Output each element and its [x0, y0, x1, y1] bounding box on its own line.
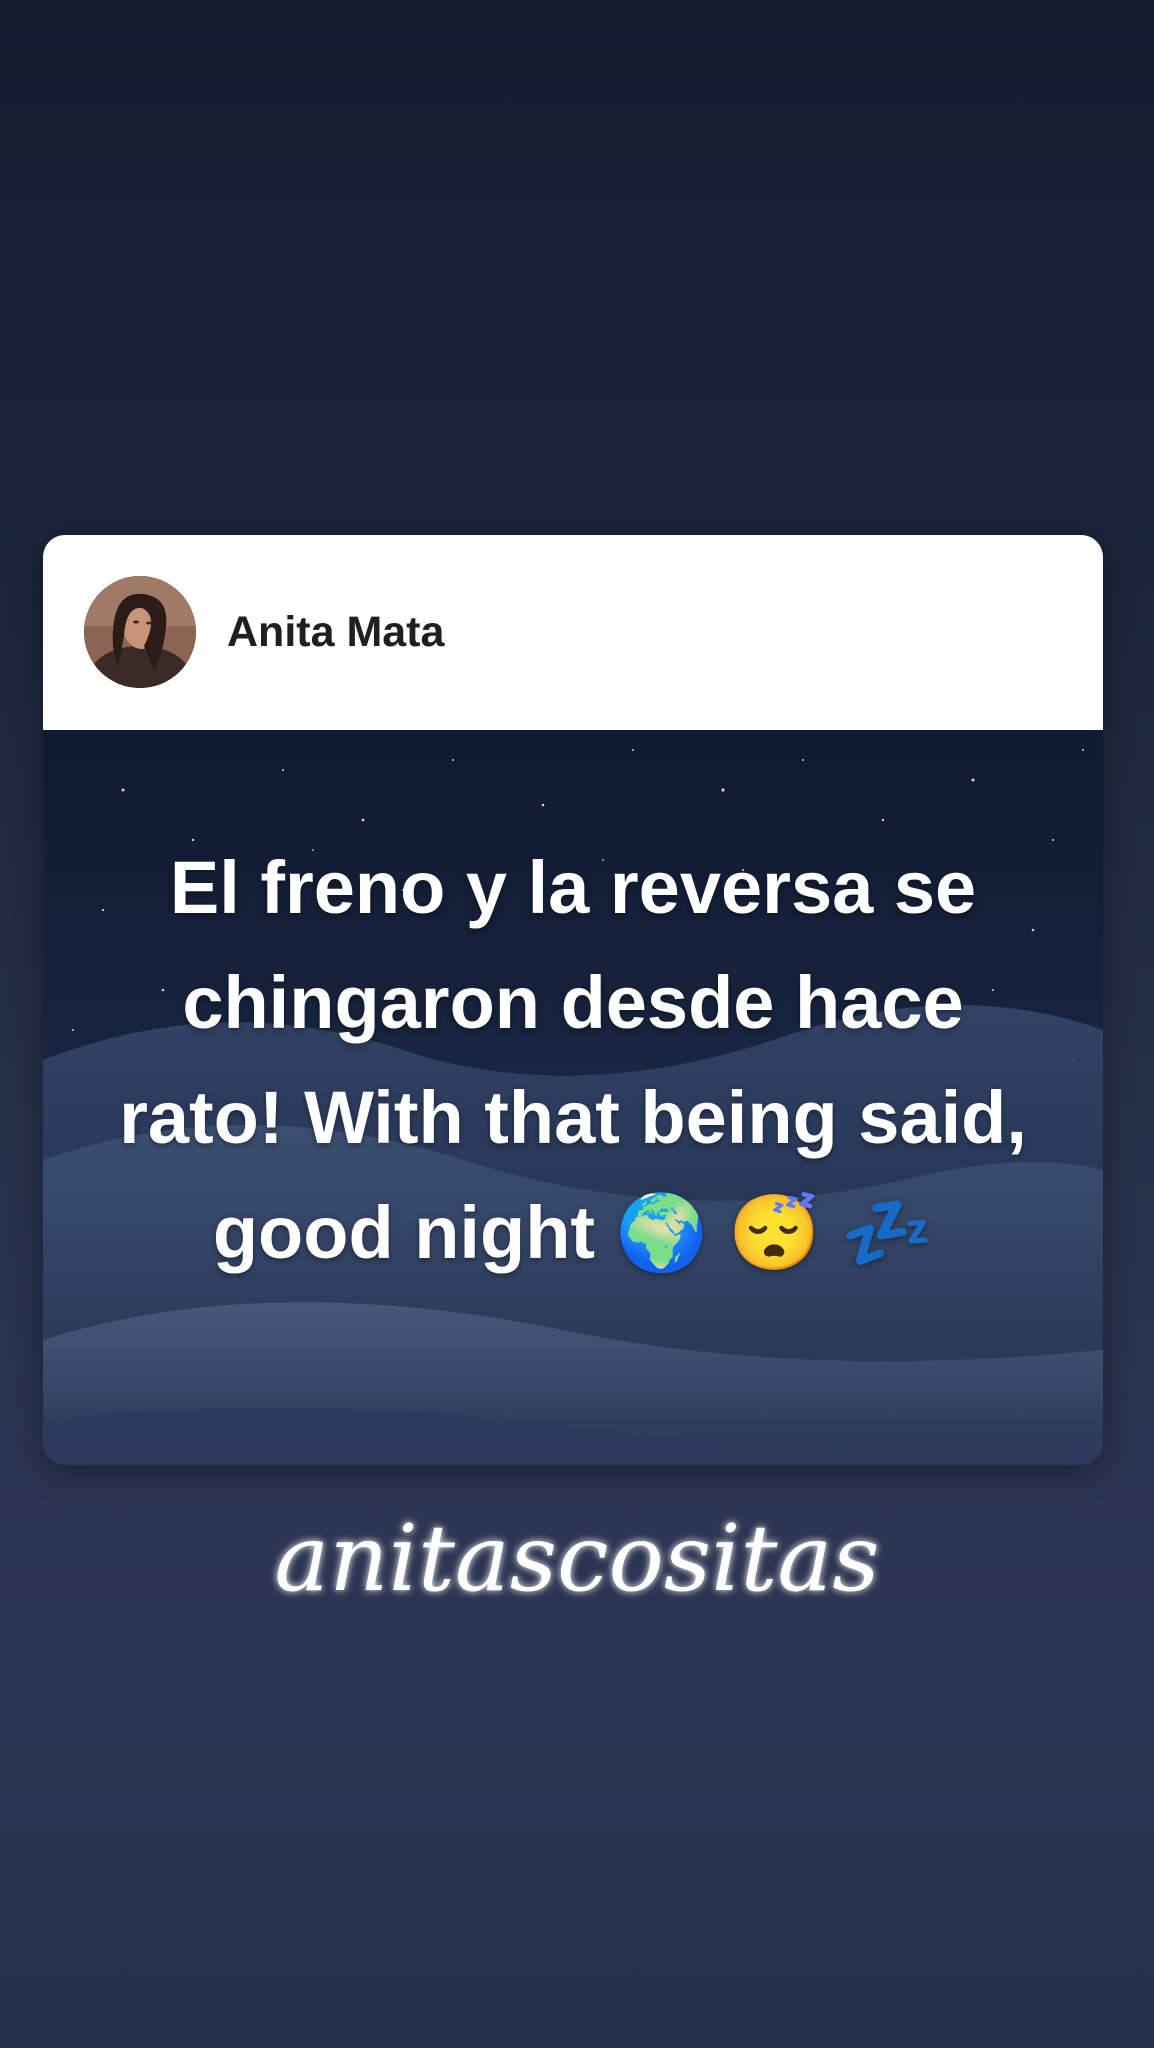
author-name[interactable]: Anita Mata: [227, 607, 444, 657]
post-text: El freno y la reversa se chingaron desde…: [119, 846, 1027, 1274]
shared-post-card[interactable]: Anita Mata El freno y la reversa se chin…: [43, 535, 1103, 1465]
story-screen: { "post": { "author_name": "Anita Mata",…: [0, 0, 1154, 2048]
post-header: Anita Mata: [43, 535, 1103, 730]
avatar-photo: [84, 576, 196, 688]
author-avatar[interactable]: [84, 576, 196, 688]
signature-watermark: anitascositas: [274, 1505, 879, 1612]
post-body: El freno y la reversa se chingaron desde…: [43, 730, 1103, 1465]
signature-text: anitascositas: [274, 1505, 879, 1612]
